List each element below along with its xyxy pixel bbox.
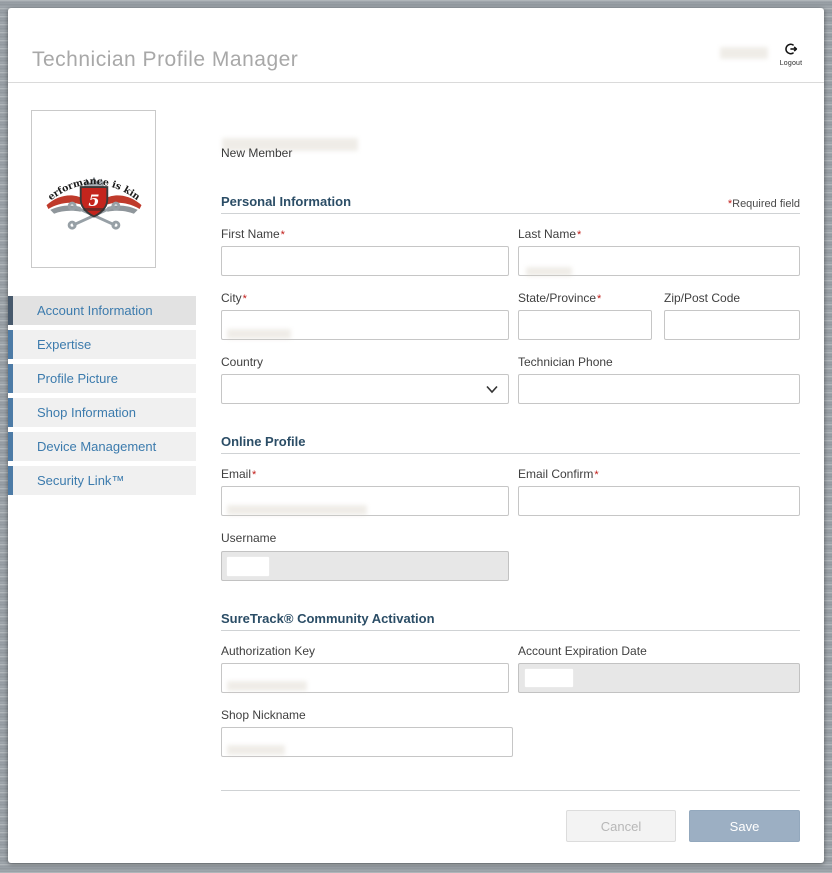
last-name-label: Last Name*	[518, 227, 581, 241]
technician-phone-input[interactable]	[518, 374, 800, 404]
page-title: Technician Profile Manager	[32, 48, 298, 72]
redacted-header-text	[720, 47, 768, 59]
state-province-label: State/Province*	[518, 291, 601, 305]
logout-label: Logout	[770, 60, 812, 67]
profile-photo-box: 5 performance is king	[31, 110, 156, 268]
logo-number: 5	[88, 191, 99, 210]
profile-logo-image: 5 performance is king	[37, 144, 151, 234]
save-button[interactable]: Save	[689, 810, 800, 842]
cancel-button[interactable]: Cancel	[566, 810, 676, 842]
required-asterisk: *	[252, 469, 256, 481]
sidebar-item-label: Shop Information	[37, 405, 136, 420]
chevron-down-icon	[486, 385, 498, 394]
country-select[interactable]	[221, 374, 509, 404]
section-divider	[221, 630, 800, 631]
logout-icon	[784, 44, 798, 59]
technician-profile-manager-window: Technician Profile Manager Logout	[8, 8, 824, 863]
sidebar-item-expertise[interactable]: Expertise	[8, 330, 196, 359]
required-asterisk: *	[243, 293, 247, 305]
username-input	[221, 551, 509, 581]
authorization-key-input[interactable]	[221, 663, 509, 693]
zip-post-code-input[interactable]	[664, 310, 800, 340]
member-status-text: New Member	[221, 146, 292, 160]
sidebar-item-device-management[interactable]: Device Management	[8, 432, 196, 461]
sidebar-item-profile-picture[interactable]: Profile Picture	[8, 364, 196, 393]
account-expiration-date-input	[518, 663, 800, 693]
email-confirm-input[interactable]	[518, 486, 800, 516]
logout-button[interactable]: Logout	[770, 42, 812, 67]
last-name-input[interactable]	[518, 246, 800, 276]
section-title-online-profile: Online Profile	[221, 434, 306, 449]
state-province-input[interactable]	[518, 310, 652, 340]
required-asterisk: *	[577, 229, 581, 241]
first-name-input[interactable]	[221, 246, 509, 276]
shop-nickname-label: Shop Nickname	[221, 708, 306, 722]
email-input[interactable]	[221, 486, 509, 516]
country-label: Country	[221, 355, 263, 369]
city-label: City*	[221, 291, 247, 305]
sidebar-nav: Account Information Expertise Profile Pi…	[8, 296, 196, 500]
sidebar-item-account-information[interactable]: Account Information	[8, 296, 196, 325]
sidebar-item-label: Account Information	[37, 303, 153, 318]
section-title-personal-information: Personal Information	[221, 194, 351, 209]
zip-post-code-label: Zip/Post Code	[664, 291, 740, 305]
required-asterisk: *	[594, 469, 598, 481]
sidebar-item-label: Security Link™	[37, 473, 124, 488]
sidebar-item-shop-information[interactable]: Shop Information	[8, 398, 196, 427]
account-expiration-date-label: Account Expiration Date	[518, 644, 647, 658]
section-divider	[221, 213, 800, 214]
page-background: { "header": { "title": "Technician Profi…	[0, 0, 832, 873]
section-divider	[221, 453, 800, 454]
city-input[interactable]	[221, 310, 509, 340]
email-confirm-label: Email Confirm*	[518, 467, 599, 481]
footer-divider	[221, 790, 800, 791]
first-name-label: First Name*	[221, 227, 285, 241]
shop-nickname-input[interactable]	[221, 727, 513, 757]
required-asterisk: *	[597, 293, 601, 305]
required-asterisk: *	[281, 229, 285, 241]
sidebar-item-security-link[interactable]: Security Link™	[8, 466, 196, 495]
required-field-note: *Required field	[727, 198, 800, 210]
authorization-key-label: Authorization Key	[221, 644, 315, 658]
sidebar-item-label: Device Management	[37, 439, 156, 454]
section-title-suretrack-activation: SureTrack® Community Activation	[221, 611, 435, 626]
sidebar-item-label: Expertise	[37, 337, 91, 352]
email-label: Email*	[221, 467, 256, 481]
username-label: Username	[221, 531, 276, 545]
sidebar-item-label: Profile Picture	[37, 371, 118, 386]
technician-phone-label: Technician Phone	[518, 355, 613, 369]
header-divider	[8, 82, 824, 83]
